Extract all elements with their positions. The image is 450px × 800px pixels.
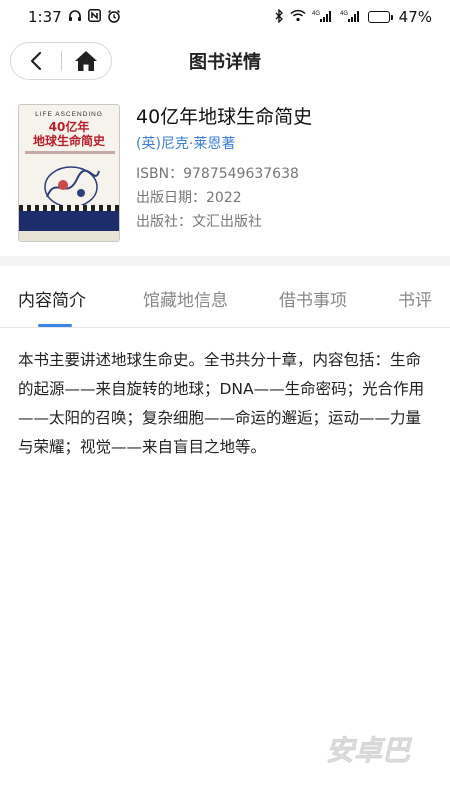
book-title: 40亿年地球生命简史 [136,106,313,128]
status-right: 4G 4G 47% [275,7,432,26]
book-cover[interactable]: LIFE ASCENDING 40亿年 地球生命简史 [18,104,120,242]
battery-percent: 47% [398,8,432,26]
network-label-2: 4G [340,11,348,17]
status-bar: 1:37 4G 4G 47% [0,0,450,34]
watermark-logo: 安卓巴 [326,734,414,768]
cover-subtitle-bar [25,151,115,154]
summary-text: 本书主要讲述地球生命史。全书共分十章，内容包括：生命的起源——来自旋转的地球；D… [18,351,425,456]
headphones-icon [68,9,82,25]
cover-title-line2: 地球生命简史 [32,134,105,148]
nfc-icon [87,9,101,25]
tab-summary[interactable]: 内容简介 [18,286,86,311]
battery-icon [367,11,393,23]
tab-reviews[interactable]: 书评 [398,286,432,311]
book-publisher: 出版社：文汇出版社 [136,214,262,230]
alarm-icon [107,9,121,26]
active-tab-indicator [38,324,72,327]
wifi-icon [290,9,306,25]
bluetooth-icon [275,7,284,26]
cover-english-title: LIFE ASCENDING [35,111,103,118]
watermark-text: 安卓巴 [326,734,413,767]
signal-icon: 4G [312,9,334,26]
section-separator [0,256,450,266]
tab-bar: 内容简介 馆藏地信息 借书事项 书评 [0,266,450,328]
tab-holdings[interactable]: 馆藏地信息 [143,286,228,311]
network-label-1: 4G [312,11,320,17]
cover-title-line1: 40亿年 [48,120,90,134]
book-isbn: ISBN：9787549637638 [136,166,299,182]
cover-title: 40亿年 地球生命简史 [19,120,119,148]
book-author-link[interactable]: (英)尼克·莱恩著 [136,134,436,154]
signal-icon: 4G [340,9,362,26]
book-info: LIFE ASCENDING 40亿年 地球生命简史 40亿年地球生命简史 (英… [0,104,450,254]
status-left: 1:37 [28,8,121,26]
cover-footer [19,231,119,241]
header: 图书详情 [0,36,450,86]
book-publish-date: 出版日期：2022 [136,190,242,206]
tab-borrowing[interactable]: 借书事项 [279,286,347,311]
status-time: 1:37 [28,8,62,26]
cover-navy-band [19,211,119,231]
book-details: 40亿年地球生命简史 (英)尼克·莱恩著 ISBN：9787549637638 … [136,104,436,232]
page-title: 图书详情 [189,52,261,73]
